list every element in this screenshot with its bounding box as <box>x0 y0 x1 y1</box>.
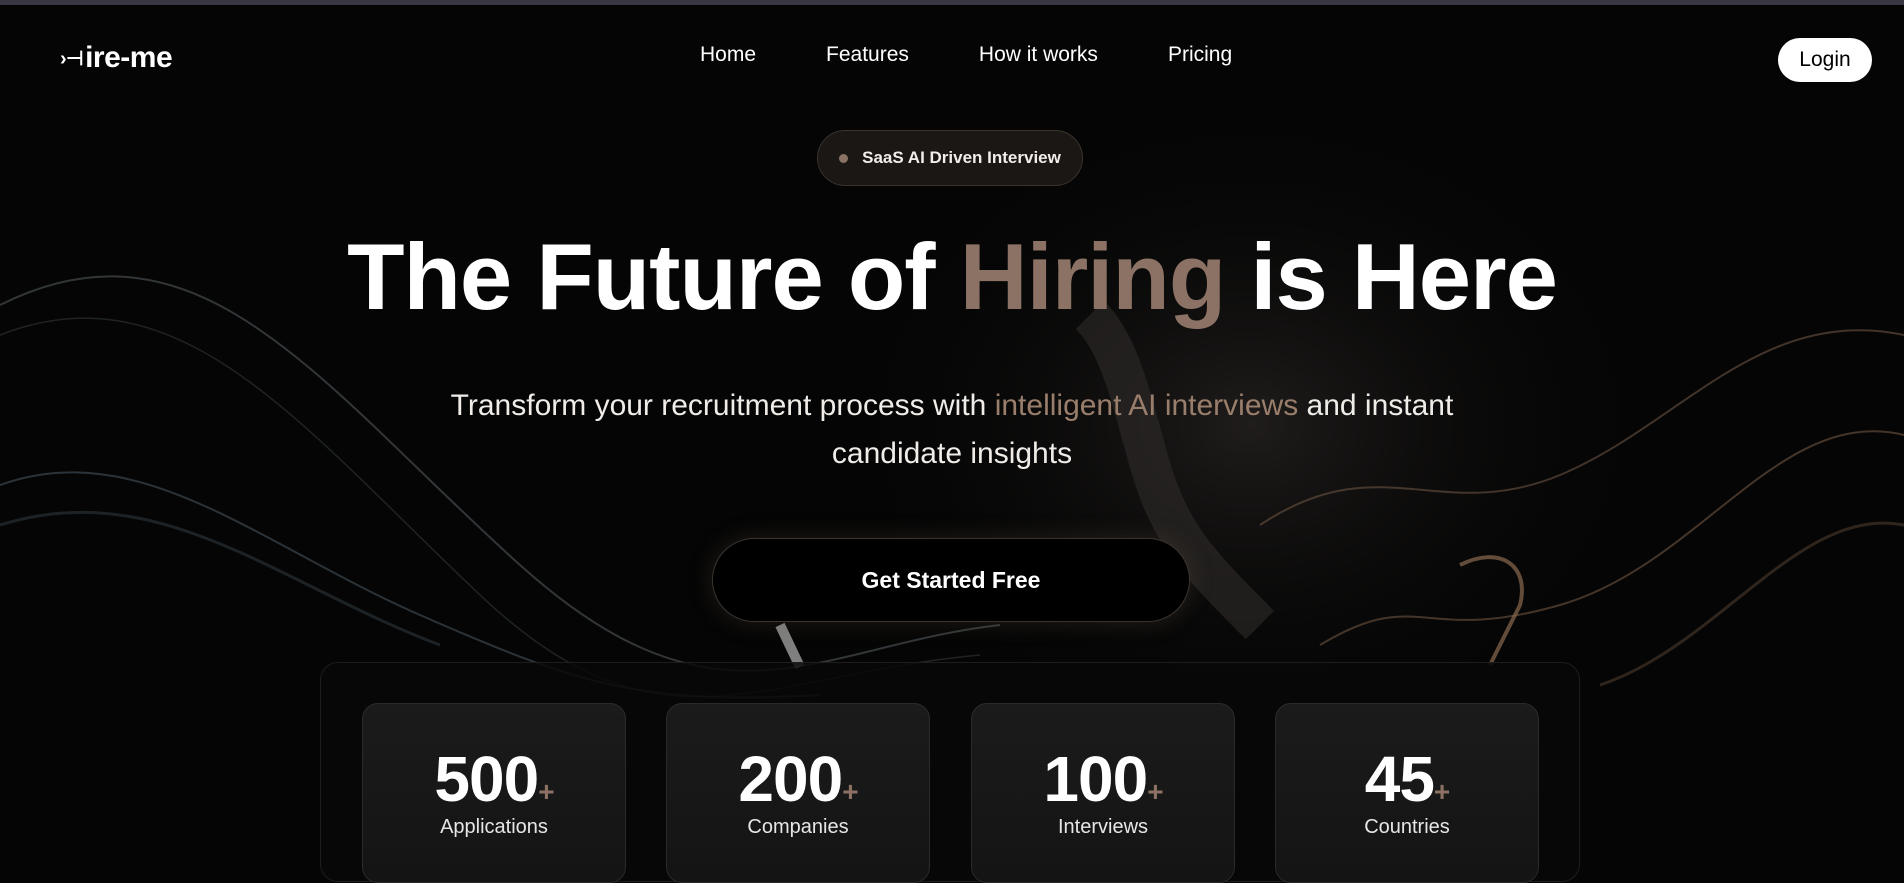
logo-text: ire-me <box>85 41 173 74</box>
stat-number: 500 <box>434 743 539 815</box>
stat-value: 500+ <box>363 742 625 816</box>
logo-mark-icon: ›⊣ <box>60 47 84 70</box>
login-button[interactable]: Login <box>1778 38 1872 82</box>
nav-pricing[interactable]: Pricing <box>1168 43 1232 67</box>
stat-value: 200+ <box>667 742 929 816</box>
stat-value: 100+ <box>972 742 1234 816</box>
stat-plus: + <box>538 776 554 807</box>
hero-title: The Future of Hiring is Here <box>0 222 1904 332</box>
badge-dot-icon <box>839 153 849 163</box>
hero-subtitle: Transform your recruitment process with … <box>402 382 1502 478</box>
stat-number: 100 <box>1043 743 1148 815</box>
stat-value: 45+ <box>1276 742 1538 816</box>
nav-home[interactable]: Home <box>700 43 756 67</box>
stat-label: Countries <box>1364 816 1450 838</box>
brand-logo[interactable]: ›⊣ ire-me <box>60 41 173 75</box>
badge-text: SaaS AI Driven Interview <box>862 148 1061 167</box>
top-navigation-bar: ›⊣ ire-me Home Features How it works Pri… <box>0 5 1904 105</box>
stat-label: Applications <box>440 816 548 838</box>
stat-card-interviews: 100+ Interviews <box>971 703 1235 883</box>
hero-badge: SaaS AI Driven Interview <box>817 130 1083 186</box>
nav-features[interactable]: Features <box>826 43 909 67</box>
stat-plus: + <box>1147 776 1163 807</box>
stat-label: Companies <box>747 816 849 838</box>
stat-number: 45 <box>1364 743 1435 815</box>
hero-title-accent: Hiring <box>959 224 1227 329</box>
hero-title-end: is Here <box>1225 224 1558 329</box>
nav-how-it-works[interactable]: How it works <box>979 43 1098 67</box>
hero-title-start: The Future of <box>347 224 960 329</box>
stat-card-applications: 500+ Applications <box>362 703 626 883</box>
stat-card-companies: 200+ Companies <box>666 703 930 883</box>
get-started-button[interactable]: Get Started Free <box>712 538 1190 622</box>
stat-label: Interviews <box>1057 816 1149 838</box>
hero-subtitle-start: Transform your recruitment process with <box>450 389 995 422</box>
stat-card-countries: 45+ Countries <box>1275 703 1539 883</box>
main-nav: Home Features How it works Pricing <box>700 43 1232 67</box>
stat-plus: + <box>1433 776 1450 807</box>
hero-subtitle-accent: intelligent AI interviews <box>994 389 1299 422</box>
stat-plus: + <box>842 776 858 807</box>
stat-number: 200 <box>738 743 843 815</box>
